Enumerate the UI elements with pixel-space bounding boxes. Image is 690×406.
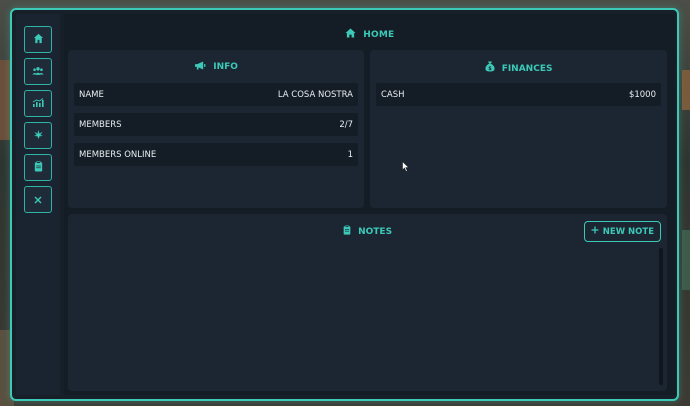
chart-icon <box>32 97 44 111</box>
notes-title-label: NOTES <box>358 227 393 237</box>
finances-title-label: FINANCES <box>501 64 553 74</box>
clipboard-icon <box>343 225 354 237</box>
info-panel-title: INFO <box>68 61 364 72</box>
megaphone-icon <box>194 61 209 72</box>
sidebar-notes-button[interactable] <box>24 154 52 181</box>
money-bag-icon: $ <box>484 61 498 74</box>
info-row-value: 2/7 <box>339 119 353 130</box>
cannabis-icon <box>33 129 44 143</box>
info-row-label: MEMBERS ONLINE <box>79 149 157 160</box>
notes-panel-title: NOTES <box>68 225 667 237</box>
sidebar-drugs-button[interactable] <box>24 122 52 149</box>
info-panel: INFO NAME LA COSA NOSTRA MEMBERS 2/7 MEM… <box>68 50 364 208</box>
new-note-button[interactable]: NEW NOTE <box>583 221 661 242</box>
info-row-label: NAME <box>79 89 104 100</box>
notes-panel: NOTES NEW NOTE <box>68 214 667 391</box>
page-title: HOME <box>64 28 675 40</box>
finances-row-label: CASH <box>381 89 405 100</box>
sidebar-home-button[interactable] <box>24 26 52 53</box>
notes-scrollbar[interactable] <box>659 248 663 385</box>
main-content: HOME INFO NAME LA COSA NOSTRA MEMBERS 2/… <box>64 14 675 395</box>
clipboard-icon <box>34 160 43 175</box>
page-title-label: HOME <box>363 30 395 40</box>
gang-menu-window: HOME INFO NAME LA COSA NOSTRA MEMBERS 2/… <box>10 8 679 401</box>
finances-row-value: $1000 <box>628 89 656 100</box>
info-row-label: MEMBERS <box>79 119 122 130</box>
sidebar-members-button[interactable] <box>24 58 52 85</box>
home-icon <box>345 28 360 40</box>
close-icon <box>34 193 42 207</box>
svg-text:$: $ <box>488 66 492 72</box>
info-row-members: MEMBERS 2/7 <box>74 113 358 136</box>
info-row-name: NAME LA COSA NOSTRA <box>74 83 358 106</box>
info-title-label: INFO <box>213 62 238 72</box>
sidebar-close-button[interactable] <box>24 186 52 213</box>
finances-row-cash: CASH $1000 <box>376 83 661 106</box>
finances-panel: $ FINANCES CASH $1000 <box>370 50 667 208</box>
home-icon <box>33 33 44 47</box>
plus-icon <box>591 226 599 237</box>
info-row-members-online: MEMBERS ONLINE 1 <box>74 143 358 166</box>
new-note-label: NEW NOTE <box>602 226 654 237</box>
mouse-cursor-icon <box>402 157 410 176</box>
finances-panel-title: $ FINANCES <box>370 61 667 74</box>
sidebar <box>16 14 60 395</box>
sidebar-stats-button[interactable] <box>24 90 52 117</box>
users-icon <box>32 65 44 79</box>
info-row-value: LA COSA NOSTRA <box>277 89 353 100</box>
info-row-value: 1 <box>347 149 353 160</box>
